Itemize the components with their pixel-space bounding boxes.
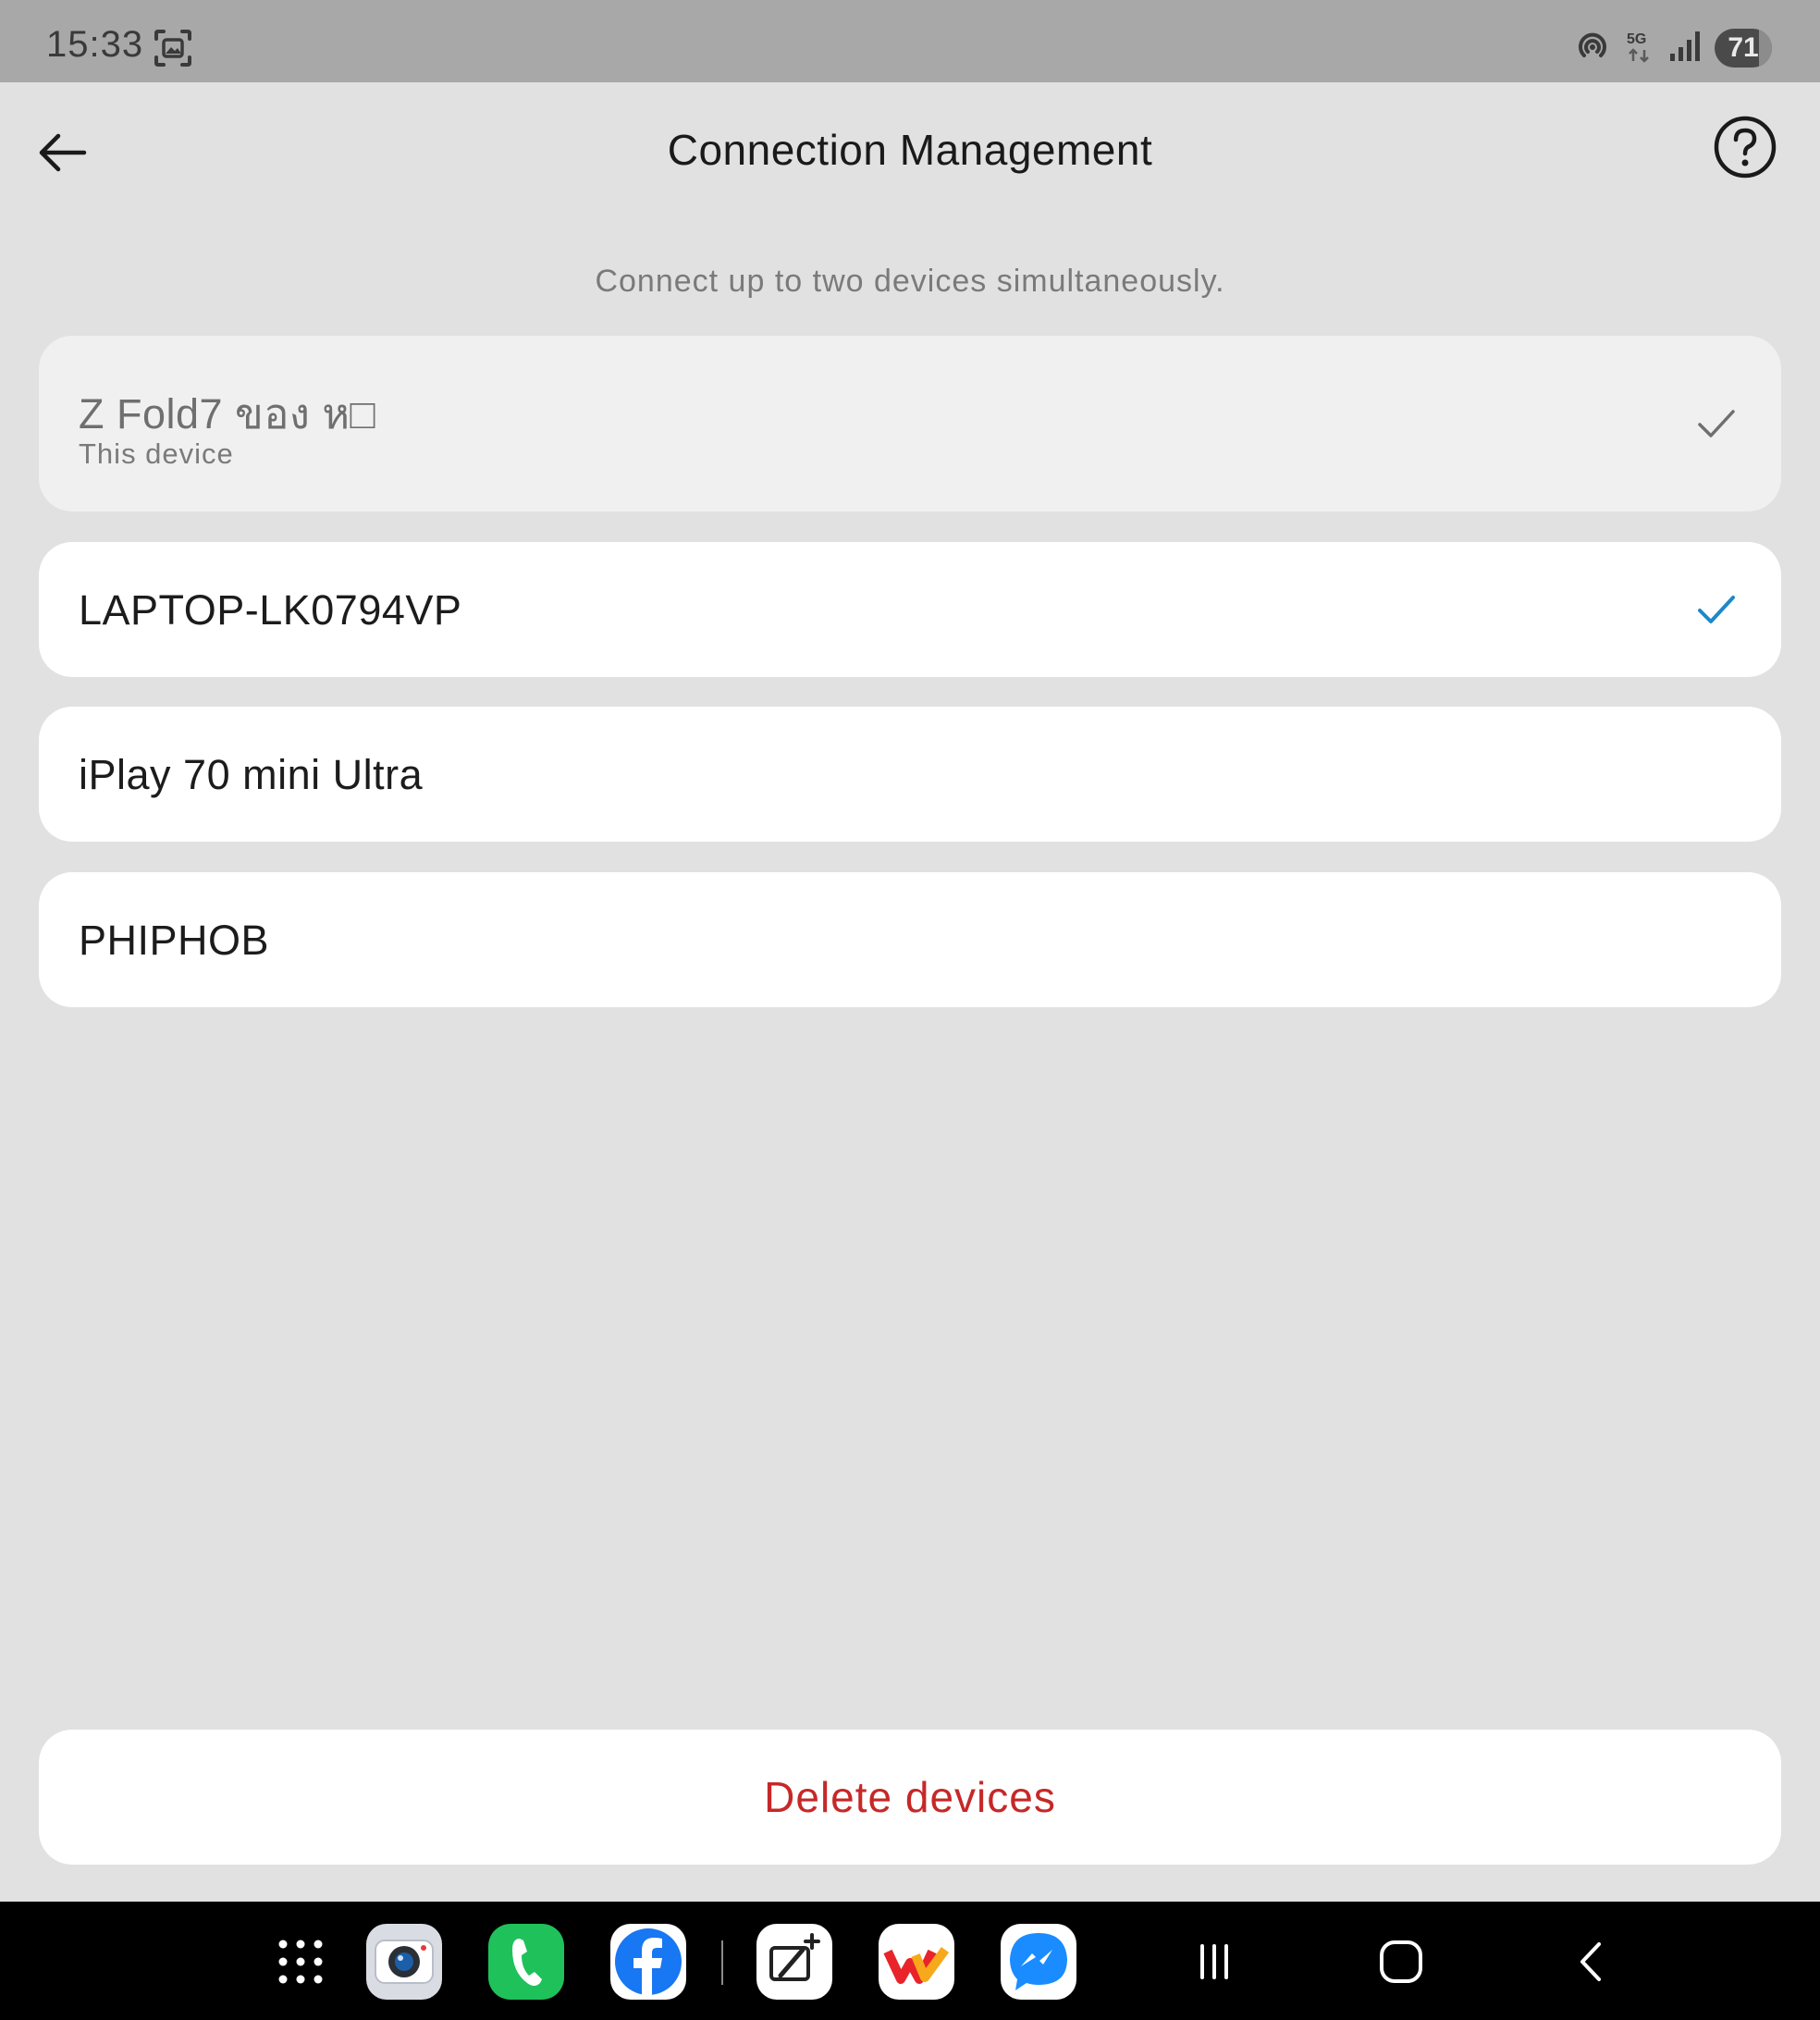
home-icon	[1380, 1940, 1422, 1983]
shopping-app-icon[interactable]	[879, 1924, 954, 2000]
device-name: iPlay 70 mini Ultra	[79, 751, 424, 798]
help-button[interactable]	[1713, 115, 1777, 179]
status-bar: 15:33 5G 71	[0, 0, 1820, 82]
device-name: LAPTOP-LK0794VP	[79, 586, 462, 634]
device-item-phiphob[interactable]: PHIPHOB	[39, 872, 1781, 1007]
navigation-bar	[0, 1902, 1820, 2020]
page-title: Connection Management	[667, 126, 1153, 174]
device-item-laptop[interactable]: LAPTOP-LK0794VP	[39, 542, 1781, 677]
recents-icon	[1200, 1944, 1228, 1979]
check-icon	[1698, 410, 1735, 437]
home-button[interactable]	[1369, 1929, 1433, 1994]
screenshot-icon	[153, 28, 193, 73]
taskbar-divider	[721, 1940, 723, 1985]
connection-info-text: Connect up to two devices simultaneously…	[595, 264, 1225, 299]
hotspot-icon	[1574, 28, 1611, 69]
signal-icon	[1668, 28, 1702, 69]
camera-app-icon[interactable]	[366, 1924, 442, 2000]
device-item-iplay[interactable]: iPlay 70 mini Ultra	[39, 707, 1781, 842]
app-drawer-icon[interactable]	[263, 1924, 338, 2000]
delete-devices-button[interactable]: Delete devices	[39, 1730, 1781, 1865]
network-type: 5G	[1627, 31, 1646, 47]
device-name: PHIPHOB	[79, 917, 270, 964]
device-item-this-device[interactable]: Z Fold7 ของ ห□ This device	[39, 336, 1781, 511]
messenger-app-icon[interactable]	[1001, 1924, 1076, 2000]
device-sublabel: This device	[79, 437, 234, 470]
battery-icon: 71	[1715, 29, 1772, 68]
check-icon	[1698, 596, 1735, 623]
facebook-app-icon[interactable]	[610, 1924, 686, 2000]
recents-button[interactable]	[1182, 1929, 1247, 1994]
5g-icon: 5G	[1624, 28, 1655, 69]
status-time: 15:33	[46, 24, 144, 65]
pen-note-app-icon[interactable]	[756, 1924, 832, 2000]
app-header: Connection Management	[0, 82, 1820, 221]
back-icon	[1580, 1942, 1601, 1981]
battery-level: 71	[1728, 32, 1759, 63]
phone-app-icon[interactable]	[488, 1924, 564, 2000]
nav-back-button[interactable]	[1558, 1929, 1623, 1994]
help-circle-icon	[1714, 116, 1777, 179]
